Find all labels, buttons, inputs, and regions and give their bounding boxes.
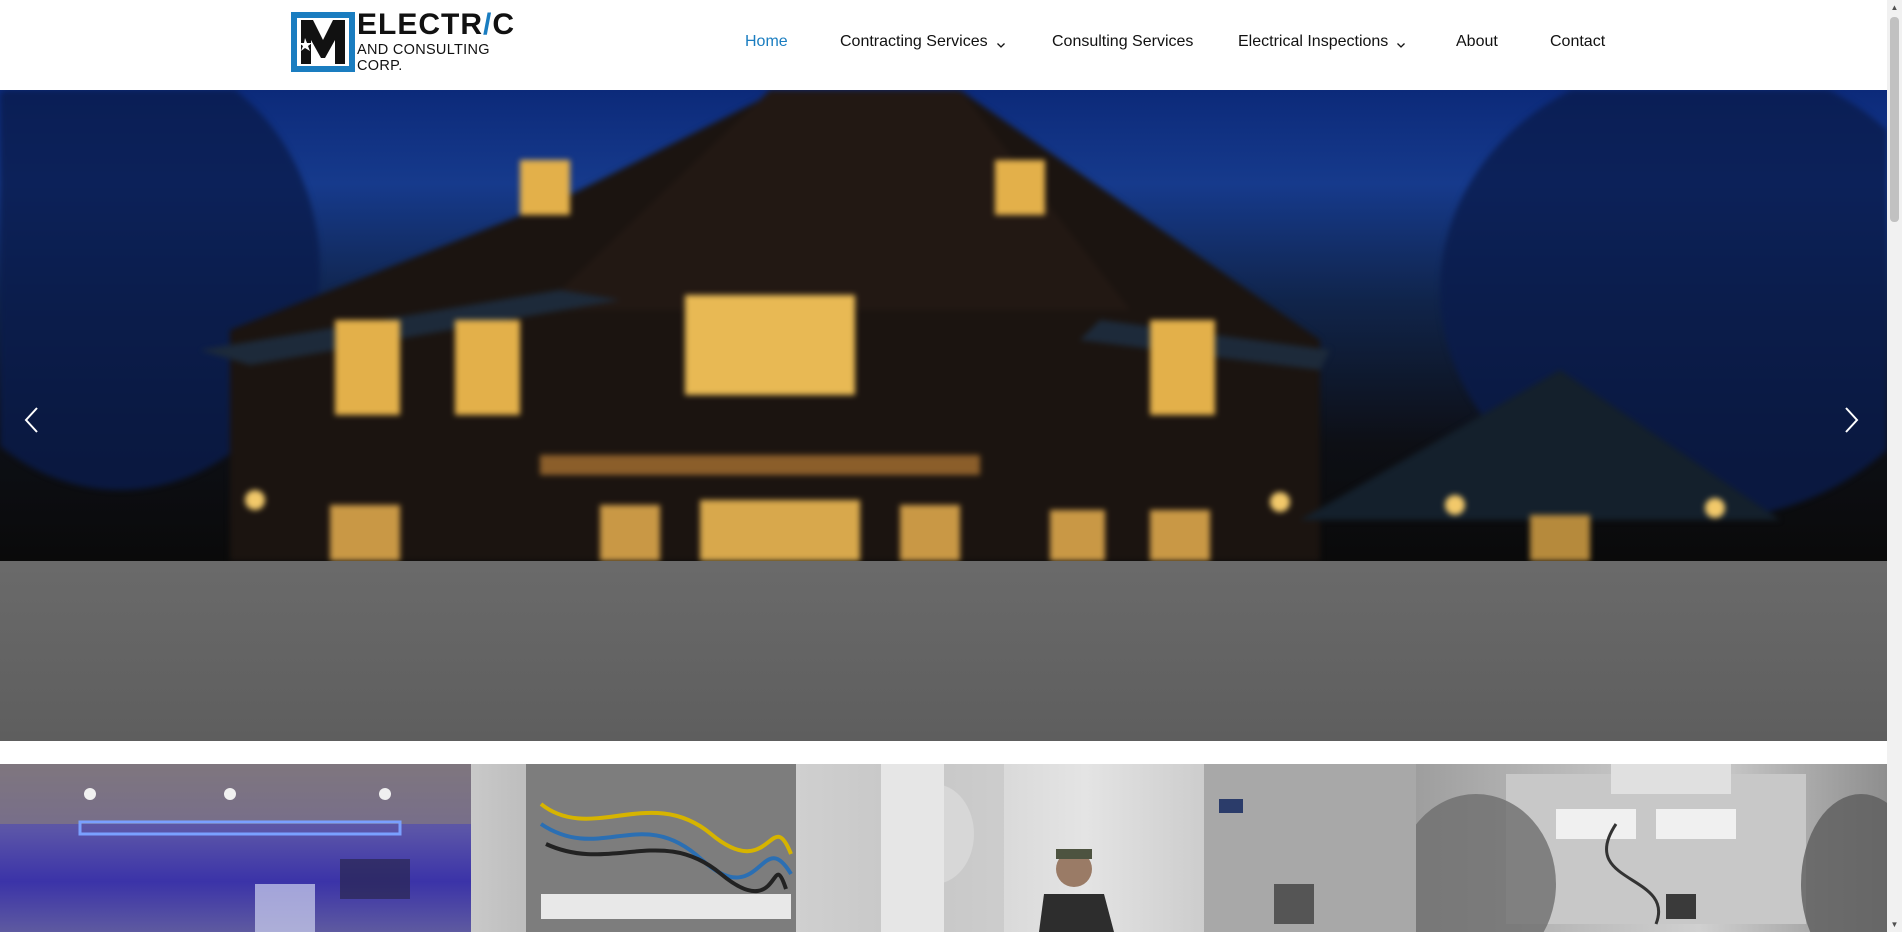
gallery-tile-electrical-panel[interactable] [471,764,944,932]
nav-item-home[interactable]: Home [745,33,788,51]
nav-item-label: Consulting Services [1052,33,1194,50]
gallery-tile-event-stage[interactable] [0,764,471,932]
slider-next-button[interactable] [1836,400,1866,440]
nav-item-contracting-services[interactable]: Contracting Services [840,33,1006,51]
page-scrollbar[interactable]: ▲ ▼ [1887,0,1902,932]
gallery-tile-electrician-worker[interactable] [944,764,1416,932]
chevron-left-icon [24,407,38,433]
nav-item-label: Contracting Services [840,33,988,50]
nav-item-label: About [1456,33,1498,50]
scroll-up-arrow-icon[interactable]: ▲ [1887,0,1902,15]
hero-house-image [0,90,1887,561]
site-header: ELECTR/C AND CONSULTING CORP. Home Contr… [0,0,1887,90]
slider-prev-button[interactable] [17,400,47,440]
nav-item-electrical-inspections[interactable]: Electrical Inspections [1238,33,1406,51]
main-navigation: Home Contracting Services Consulting Ser… [0,0,1887,90]
nav-item-consulting-services[interactable]: Consulting Services [1052,33,1193,51]
nav-item-label: Electrical Inspections [1238,33,1389,50]
scroll-down-arrow-icon[interactable]: ▼ [1887,917,1902,932]
gallery-tile-control-panel[interactable] [1416,764,1887,932]
nav-item-about[interactable]: About [1456,33,1498,51]
chevron-right-icon [1845,407,1859,433]
scrollbar-thumb[interactable] [1890,17,1899,222]
chevron-down-icon [1396,37,1406,48]
nav-item-label: Contact [1550,33,1606,50]
project-gallery [0,764,1887,932]
nav-item-label: Home [745,33,788,50]
nav-item-contact[interactable]: Contact [1550,33,1605,51]
hero-slider [0,90,1887,741]
chevron-down-icon [996,37,1006,48]
